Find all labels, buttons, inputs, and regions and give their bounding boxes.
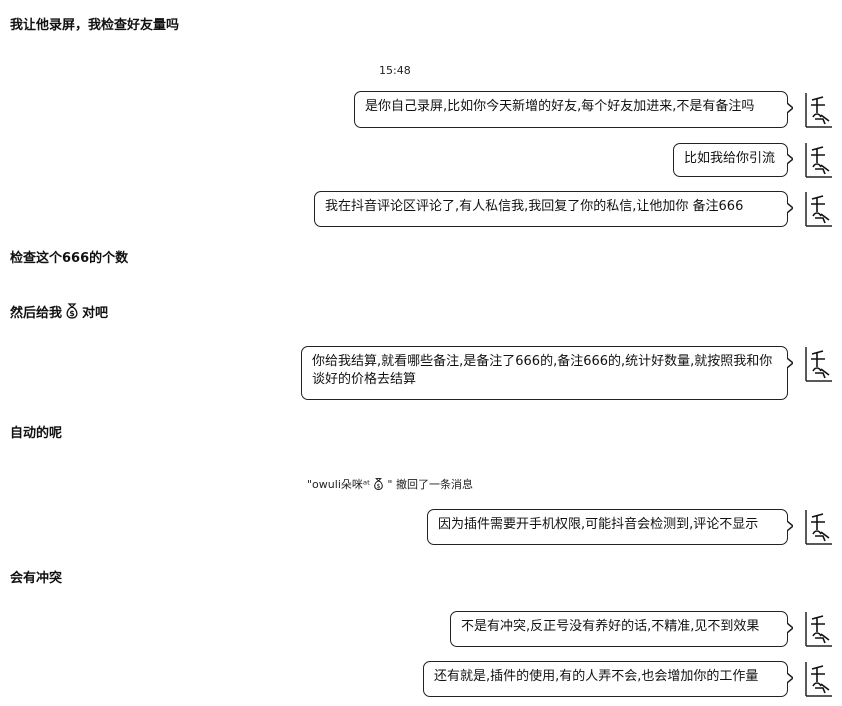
bubble-tail-icon	[787, 623, 793, 633]
recall-notice: "owuli朵咪ᵃᵗ $ " 撤回了一条消息	[307, 477, 473, 492]
bubble-tail-icon	[787, 203, 793, 213]
money-bag-icon: $	[374, 478, 384, 490]
message-text: 因为插件需要开手机权限,可能抖音会检测到,评论不显示	[438, 517, 759, 532]
avatar-icon[interactable]	[803, 190, 835, 228]
message-text: 还有就是,插件的使用,有的人弄不会,也会增加你的工作量	[434, 669, 759, 684]
bubble-tail-icon	[787, 673, 793, 683]
bubble-tail-icon	[787, 521, 793, 531]
message-text-part: 对吧	[82, 306, 109, 321]
avatar-icon[interactable]	[803, 660, 835, 698]
message-text: 是你自己录屏,比如你今天新增的好友,每个好友加进来,不是有备注吗	[365, 99, 755, 114]
message-text: 自动的呢	[10, 426, 63, 441]
sent-message-bubble[interactable]: 是你自己录屏,比如你今天新增的好友,每个好友加进来,不是有备注吗	[354, 91, 788, 128]
money-bag-icon: $	[66, 303, 78, 319]
avatar-icon[interactable]	[803, 345, 835, 383]
svg-text:$: $	[377, 483, 381, 490]
bubble-tail-icon	[787, 103, 793, 113]
recall-text: " 撤回了一条消息	[387, 478, 473, 491]
message-text: 我让他录屏，我检查好友量吗	[10, 18, 180, 33]
avatar-icon[interactable]	[803, 610, 835, 648]
timestamp: 15:48	[379, 64, 411, 77]
message-text: 我在抖音评论区评论了,有人私信我,我回复了你的私信,让他加你 备注666	[325, 199, 744, 214]
message-text-part: 然后给我	[10, 306, 63, 321]
avatar-icon[interactable]	[803, 91, 835, 129]
bubble-tail-icon	[787, 358, 793, 368]
sent-message-bubble[interactable]: 我在抖音评论区评论了,有人私信我,我回复了你的私信,让他加你 备注666	[314, 191, 788, 227]
recall-user-name: "owuli朵咪ᵃᵗ	[307, 478, 371, 491]
bubble-tail-icon	[787, 154, 793, 164]
message-text: 然后给我 $ 对吧	[10, 302, 108, 323]
svg-text:$: $	[69, 309, 75, 318]
avatar-icon[interactable]	[803, 141, 835, 179]
message-text: 你给我结算,就看哪些备注,是备注了666的,备注666的,统计好数量,就按照我和…	[312, 354, 773, 387]
sent-message-bubble[interactable]: 因为插件需要开手机权限,可能抖音会检测到,评论不显示	[427, 509, 788, 545]
sent-message-bubble[interactable]: 你给我结算,就看哪些备注,是备注了666的,备注666的,统计好数量,就按照我和…	[301, 346, 788, 400]
sent-message-bubble[interactable]: 比如我给你引流	[673, 143, 788, 177]
message-text: 不是有冲突,反正号没有养好的话,不精准,见不到效果	[461, 619, 760, 634]
message-text: 检查这个666的个数	[10, 251, 129, 266]
message-text: 会有冲突	[10, 571, 63, 586]
sent-message-bubble[interactable]: 还有就是,插件的使用,有的人弄不会,也会增加你的工作量	[423, 661, 788, 697]
avatar-icon[interactable]	[803, 508, 835, 546]
message-text: 比如我给你引流	[684, 151, 776, 166]
sent-message-bubble[interactable]: 不是有冲突,反正号没有养好的话,不精准,见不到效果	[450, 611, 788, 647]
